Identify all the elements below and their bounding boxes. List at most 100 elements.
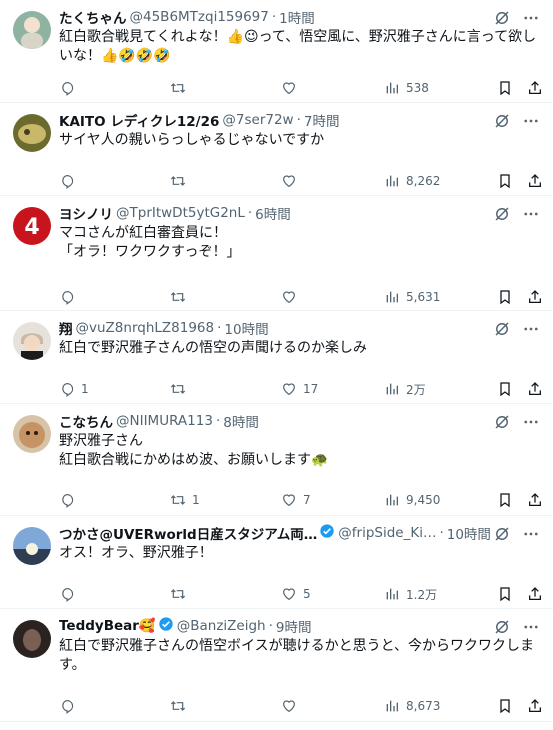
bookmark-button[interactable] [497,289,513,305]
share-button[interactable] [527,492,543,508]
post-time[interactable]: 9時間 [276,617,312,635]
avatar[interactable] [13,322,51,360]
like-button[interactable] [281,80,384,96]
like-button[interactable] [281,173,384,189]
user-handle[interactable]: @fripSide_Ki… [338,525,436,541]
display-name[interactable]: KAITO レディクレ12/26 [59,111,219,129]
avatar[interactable]: 4 [13,207,51,245]
grok-icon[interactable] [492,617,512,637]
retweet-button[interactable] [170,586,281,602]
more-icon[interactable] [521,524,541,544]
bookmark-button[interactable] [497,492,513,508]
views-button[interactable]: 8,673 [384,698,494,714]
user-handle[interactable]: @45B6MTzqi159697 [130,9,269,25]
share-button[interactable] [527,289,543,305]
display-name[interactable]: たくちゃん [59,8,127,26]
share-icon [527,381,543,397]
post-time[interactable]: 10時間 [224,319,268,337]
share-button[interactable] [527,80,543,96]
retweet-button[interactable]: 1 [170,492,281,508]
more-icon[interactable] [521,617,541,637]
share-button[interactable] [527,586,543,602]
avatar[interactable] [13,11,51,49]
post-time[interactable]: 1時間 [279,8,315,26]
user-handle[interactable]: @vuZ8nrqhLZ81968 [76,320,215,336]
like-button[interactable] [281,698,384,714]
display-name[interactable]: こなちん [59,412,113,430]
grok-icon[interactable] [492,111,512,131]
grok-icon[interactable] [492,204,512,224]
reply-button[interactable]: 1 [59,381,170,397]
more-icon[interactable] [521,8,541,28]
avatar[interactable] [13,114,51,152]
post-time[interactable]: 6時間 [255,204,291,222]
like-button[interactable]: 17 [281,381,384,397]
views-button[interactable]: 1.2万 [384,586,494,603]
grok-icon[interactable] [492,524,512,544]
grok-icon[interactable] [492,319,512,339]
like-button[interactable]: 7 [281,492,384,508]
user-handle[interactable]: @NIIMURA113 [116,413,213,429]
reply-tweet[interactable]: たくちゃん @45B6MTzqi159697 · 1時間 紅白歌合戦見てくれよな… [0,0,553,103]
display-name[interactable]: 翔 [59,319,73,337]
more-icon[interactable] [521,319,541,339]
share-icon [527,492,543,508]
reply-button[interactable] [59,80,170,96]
share-button[interactable] [527,173,543,189]
display-name[interactable]: TeddyBear🥰 [59,618,156,634]
retweet-button[interactable] [170,289,281,305]
display-name[interactable]: ヨシノリ [59,204,113,222]
more-icon[interactable] [521,111,541,131]
retweet-button[interactable] [170,698,281,714]
views-button[interactable]: 8,262 [384,173,494,189]
like-button[interactable]: 5 [281,586,384,602]
views-button[interactable]: 2万 [384,381,494,398]
views-button[interactable]: 9,450 [384,492,494,508]
post-time[interactable]: 10時間 [447,524,491,542]
views-button[interactable]: 538 [384,80,494,96]
display-name[interactable]: つかさ@UVERworld日産スタジアム両… [59,524,317,542]
bookmark-button[interactable] [497,173,513,189]
share-icon [527,586,543,602]
reply-tweet[interactable]: こなちん @NIIMURA113 · 8時間 野沢雅子さん 紅白歌合戦にかめはめ… [0,404,553,516]
reply-tweet[interactable]: KAITO レディクレ12/26 @7ser72w · 7時間 サイヤ人の親いら… [0,103,553,196]
avatar[interactable] [13,527,51,565]
like-button[interactable] [281,289,384,305]
bookmark-button[interactable] [497,698,513,714]
avatar[interactable] [13,415,51,453]
reply-icon [59,173,75,189]
user-handle[interactable]: @7ser72w [222,112,293,128]
separator-dot: · [217,320,222,336]
reply-button[interactable] [59,586,170,602]
like-count: 7 [303,493,311,507]
share-button[interactable] [527,381,543,397]
reply-tweet[interactable]: 翔 @vuZ8nrqhLZ81968 · 10時間 紅白で野沢雅子さんの悟空の声… [0,311,553,404]
grok-icon[interactable] [492,412,512,432]
more-icon[interactable] [521,412,541,432]
retweet-button[interactable] [170,173,281,189]
post-time[interactable]: 8時間 [223,412,259,430]
reply-button[interactable] [59,492,170,508]
user-handle[interactable]: @BanziZeigh [177,618,266,634]
user-handle[interactable]: @TprItwDt5ytG2nL [116,205,245,221]
reply-tweet[interactable]: 4 ヨシノリ @TprItwDt5ytG2nL · 6時間 マコさんが紅白審査員… [0,196,553,311]
retweet-button[interactable] [170,80,281,96]
share-button[interactable] [527,698,543,714]
separator-dot: · [439,525,444,541]
reply-tweet[interactable]: つかさ@UVERworld日産スタジアム両… @fripSide_Ki… · 1… [0,516,553,609]
reply-tweet[interactable]: TeddyBear🥰 @BanziZeigh · 9時間 紅白で野沢雅子さんの悟… [0,609,553,722]
bookmark-button[interactable] [497,586,513,602]
bookmark-button[interactable] [497,381,513,397]
reply-icon [59,289,75,305]
reply-button[interactable] [59,698,170,714]
reply-button[interactable] [59,173,170,189]
bookmark-icon [497,173,513,189]
views-button[interactable]: 5,631 [384,289,494,305]
retweet-button[interactable] [170,381,281,397]
reply-button[interactable] [59,289,170,305]
avatar[interactable] [13,620,51,658]
bookmark-button[interactable] [497,80,513,96]
more-icon[interactable] [521,204,541,224]
post-time[interactable]: 7時間 [304,111,340,129]
grok-icon[interactable] [492,8,512,28]
